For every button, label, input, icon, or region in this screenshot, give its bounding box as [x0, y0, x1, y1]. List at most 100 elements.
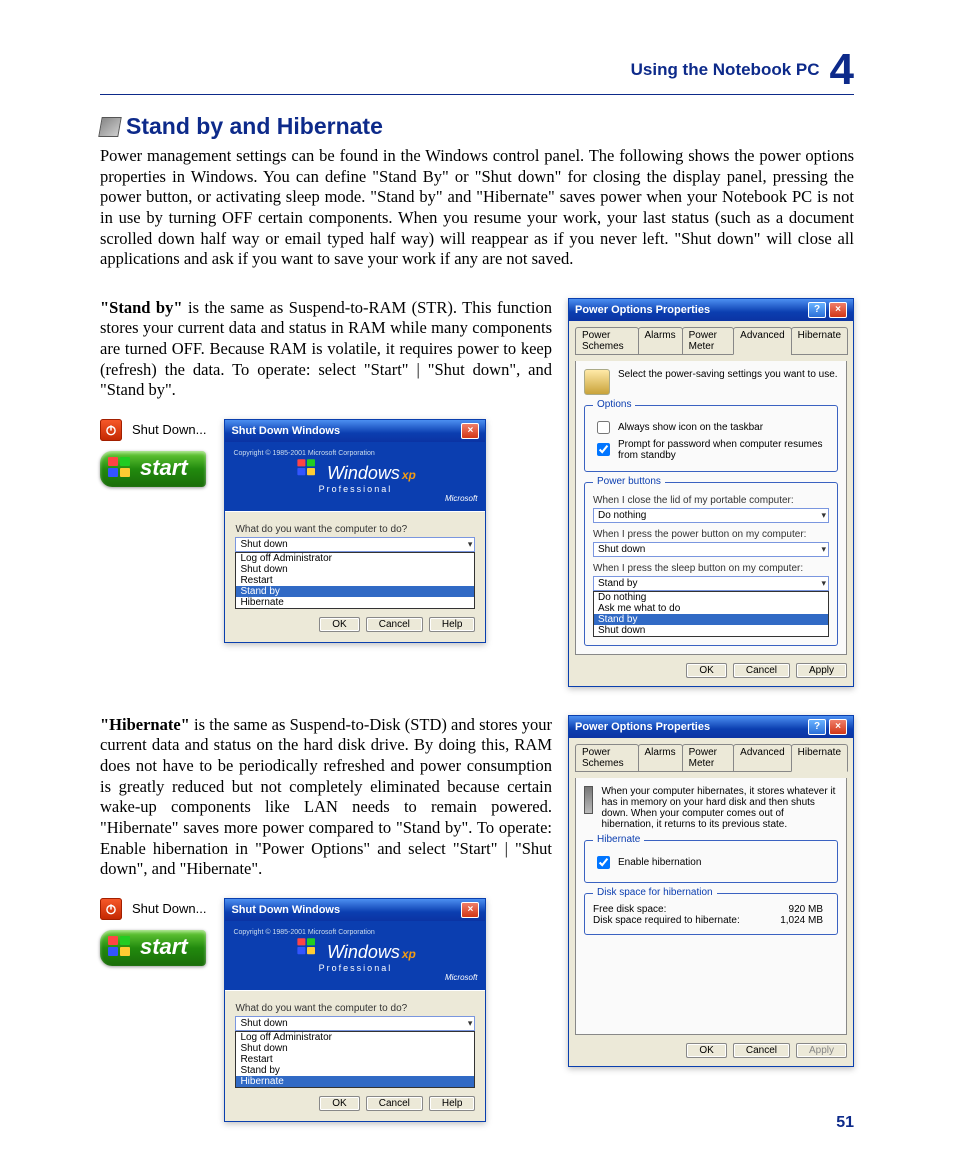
shutdown-menu-item[interactable]: Shut Down...: [100, 419, 206, 441]
tab-advanced[interactable]: Advanced: [733, 744, 791, 772]
section-icon: [98, 117, 122, 137]
shutdown-dropdown-open[interactable]: Log off Administrator Shut down Restart …: [235, 552, 475, 609]
cancel-button[interactable]: Cancel: [733, 663, 790, 678]
start-label: start: [140, 934, 188, 960]
shutdown-action-select[interactable]: Shut down: [235, 537, 475, 552]
tab-alarms[interactable]: Alarms: [638, 744, 683, 772]
close-icon[interactable]: ×: [829, 302, 847, 318]
free-disk-label: Free disk space:: [593, 904, 666, 915]
power-buttons-legend: Power buttons: [593, 476, 665, 487]
ok-button[interactable]: OK: [319, 1096, 359, 1111]
standby-lead: "Stand by": [100, 298, 183, 317]
shutdown-dropdown-open[interactable]: Log off Administrator Shut down Restart …: [235, 1031, 475, 1088]
free-disk-value: 920 MB: [789, 904, 823, 915]
help-button[interactable]: Help: [429, 1096, 476, 1111]
power-options-advanced-dialog: Power Options Properties ? × Power Schem…: [568, 298, 854, 687]
ok-button[interactable]: OK: [686, 1043, 726, 1058]
section-title: Stand by and Hibernate: [126, 113, 383, 140]
hibernate-legend: Hibernate: [593, 834, 644, 845]
copyright: Copyright © 1985-2001 Microsoft Corporat…: [233, 450, 374, 457]
list-item[interactable]: Log off Administrator: [236, 1032, 474, 1043]
power-button-select[interactable]: Shut down: [593, 542, 829, 557]
enable-hibernation-checkbox[interactable]: Enable hibernation: [593, 853, 829, 872]
chapter-number: 4: [830, 48, 854, 92]
cancel-button[interactable]: Cancel: [366, 1096, 423, 1111]
tabs: Power Schemes Alarms Power Meter Advance…: [575, 744, 847, 772]
help-icon[interactable]: ?: [808, 302, 826, 318]
tab-advanced[interactable]: Advanced: [733, 327, 791, 355]
ok-button[interactable]: OK: [319, 617, 359, 632]
shutdown-action-select[interactable]: Shut down: [235, 1016, 475, 1031]
start-label: start: [140, 455, 188, 481]
list-item-selected[interactable]: Stand by: [236, 586, 474, 597]
chapter-title: Using the Notebook PC: [631, 48, 820, 92]
close-icon[interactable]: ×: [461, 902, 479, 918]
shutdown-windows-dialog: Shut Down Windows × Copyright © 1985-200…: [224, 898, 486, 1122]
close-icon[interactable]: ×: [461, 423, 479, 439]
copyright: Copyright © 1985-2001 Microsoft Corporat…: [233, 929, 374, 936]
list-item[interactable]: Do nothing: [594, 592, 828, 603]
hibernate-lead: "Hibernate": [100, 715, 190, 734]
windows-logo-icon: [108, 936, 132, 958]
help-button[interactable]: Help: [429, 617, 476, 632]
tab-hibernate[interactable]: Hibernate: [791, 327, 848, 355]
power-icon: [100, 419, 122, 441]
tab-power-meter[interactable]: Power Meter: [682, 744, 735, 772]
tab-power-meter[interactable]: Power Meter: [682, 327, 735, 355]
ms: Microsoft: [445, 973, 477, 982]
tab-alarms[interactable]: Alarms: [638, 327, 683, 355]
close-icon[interactable]: ×: [829, 719, 847, 735]
apply-button[interactable]: Apply: [796, 663, 847, 678]
required-disk-label: Disk space required to hibernate:: [593, 915, 740, 926]
edition: Professional: [319, 963, 393, 973]
taskbar-icon-checkbox[interactable]: Always show icon on the taskbar: [593, 418, 829, 437]
page-header: Using the Notebook PC 4: [100, 48, 854, 95]
start-button[interactable]: start: [100, 451, 206, 487]
shutdown-menu-item[interactable]: Shut Down...: [100, 898, 206, 920]
cancel-button[interactable]: Cancel: [733, 1043, 790, 1058]
list-item[interactable]: Stand by: [236, 1065, 474, 1076]
dialog-title: Shut Down Windows: [231, 904, 340, 916]
tab-power-schemes[interactable]: Power Schemes: [575, 327, 639, 355]
list-item-selected[interactable]: Stand by: [594, 614, 828, 625]
tabs: Power Schemes Alarms Power Meter Advance…: [575, 327, 847, 355]
battery-icon: [584, 369, 610, 395]
hibernate-icon: [584, 786, 593, 814]
list-item[interactable]: Log off Administrator: [236, 553, 474, 564]
list-item[interactable]: Ask me what to do: [594, 603, 828, 614]
list-item[interactable]: Hibernate: [236, 597, 474, 608]
dialog-title: Shut Down Windows: [231, 425, 340, 437]
power-options-hibernate-dialog: Power Options Properties ? × Power Schem…: [568, 715, 854, 1067]
diskspace-legend: Disk space for hibernation: [593, 887, 717, 898]
lid-close-select[interactable]: Do nothing: [593, 508, 829, 523]
shutdown-prompt: What do you want the computer to do?: [235, 524, 475, 535]
edition: Professional: [319, 484, 393, 494]
sleep-button-select[interactable]: Stand by: [593, 576, 829, 591]
options-legend: Options: [593, 399, 635, 410]
lid-close-label: When I close the lid of my portable comp…: [593, 495, 829, 506]
tab-hibernate[interactable]: Hibernate: [791, 744, 848, 772]
start-button[interactable]: start: [100, 930, 206, 966]
list-item[interactable]: Shut down: [236, 1043, 474, 1054]
sleep-button-label: When I press the sleep button on my comp…: [593, 563, 829, 574]
windows-brand: Windowsxp: [295, 457, 416, 484]
hibernate-paragraph: "Hibernate" is the same as Suspend-to-Di…: [100, 715, 552, 880]
list-item[interactable]: Shut down: [594, 625, 828, 636]
cancel-button[interactable]: Cancel: [366, 617, 423, 632]
panel-desc: Select the power-saving settings you wan…: [618, 369, 838, 380]
power-icon: [100, 898, 122, 920]
help-icon[interactable]: ?: [808, 719, 826, 735]
ok-button[interactable]: OK: [686, 663, 726, 678]
apply-button: Apply: [796, 1043, 847, 1058]
list-item[interactable]: Restart: [236, 575, 474, 586]
panel-desc: When your computer hibernates, it stores…: [601, 786, 838, 830]
list-item-selected[interactable]: Hibernate: [236, 1076, 474, 1087]
ms: Microsoft: [445, 494, 477, 503]
list-item[interactable]: Shut down: [236, 564, 474, 575]
resume-password-checkbox[interactable]: Prompt for password when computer resume…: [593, 439, 829, 461]
list-item[interactable]: Restart: [236, 1054, 474, 1065]
tab-power-schemes[interactable]: Power Schemes: [575, 744, 639, 772]
sleep-dropdown-open[interactable]: Do nothing Ask me what to do Stand by Sh…: [593, 591, 829, 637]
shutdown-label: Shut Down...: [132, 901, 206, 916]
shutdown-windows-dialog: Shut Down Windows × Copyright © 1985-200…: [224, 419, 486, 643]
